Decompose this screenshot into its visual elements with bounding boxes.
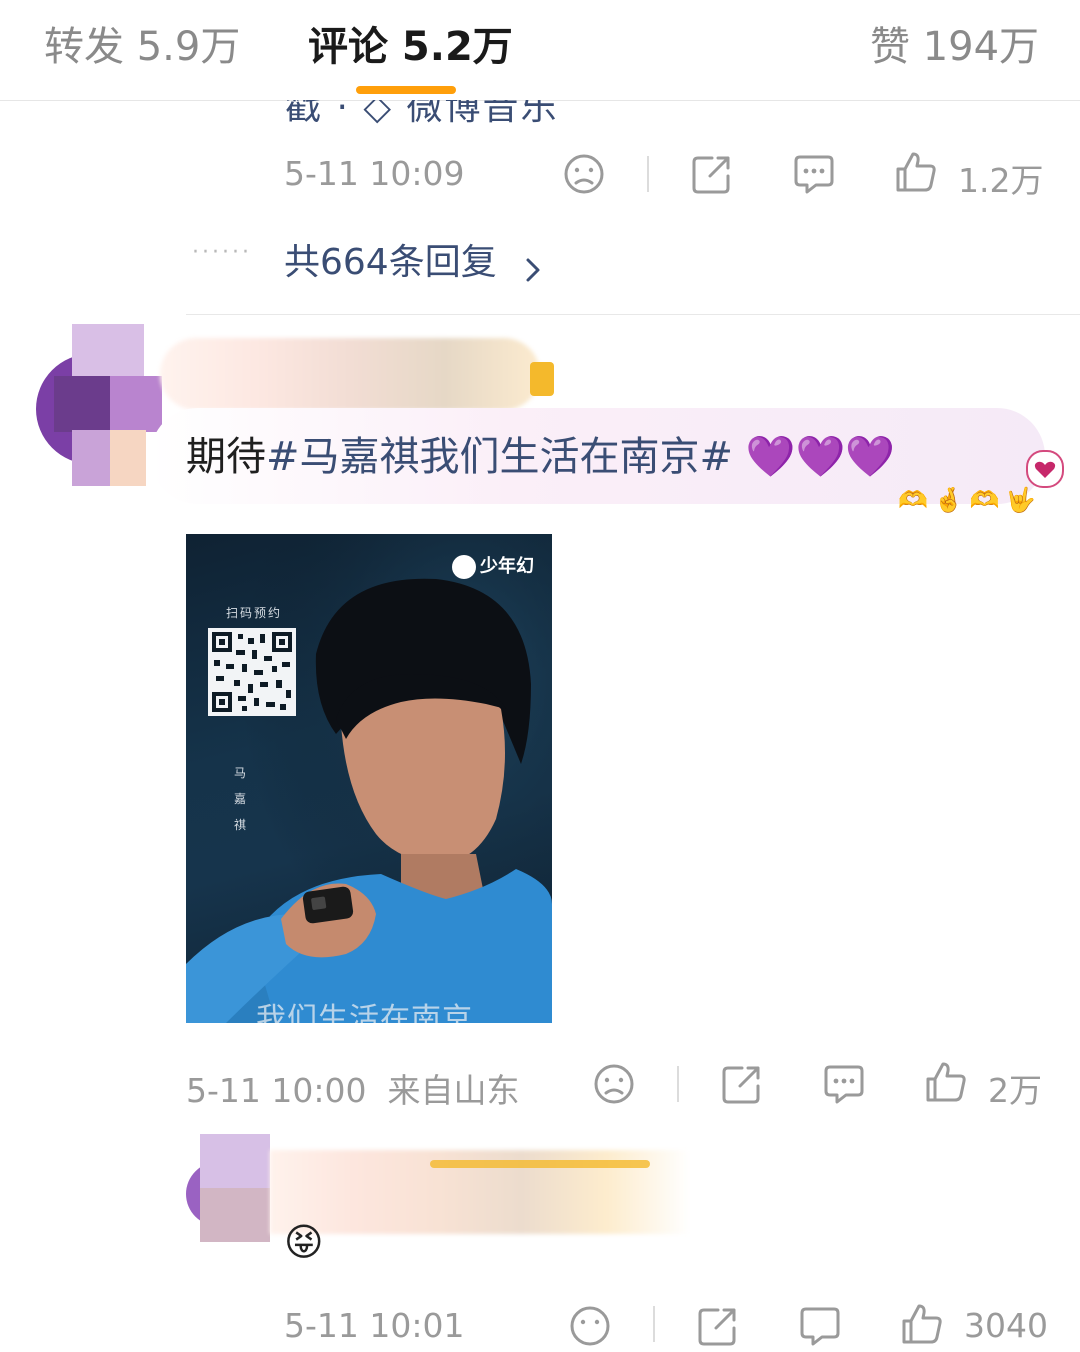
logo-mark-icon <box>452 555 476 579</box>
tab-comments[interactable]: 评论 5.2万 <box>308 14 513 72</box>
avatar[interactable] <box>36 324 164 486</box>
comment-timestamp: 5-11 10:09 <box>284 154 465 193</box>
comment-icon[interactable] <box>822 1062 866 1106</box>
view-replies-link[interactable]: 共664条回复 <box>284 233 544 285</box>
comment-icon[interactable] <box>792 152 836 196</box>
location-label: 来自山东 <box>387 1071 520 1110</box>
thread-dots: ······ <box>192 240 252 265</box>
comment-icon[interactable] <box>798 1304 842 1348</box>
purple-heart-icon: 💜💜💜 <box>745 434 896 480</box>
avatar[interactable] <box>186 1134 270 1242</box>
sad-face-icon[interactable] <box>562 152 606 196</box>
active-tab-indicator <box>356 86 456 94</box>
thumbs-up-icon[interactable] <box>894 150 938 194</box>
thumbs-up-icon[interactable] <box>924 1060 968 1104</box>
poster-actor-name: 马嘉祺 <box>234 766 247 832</box>
comment-tabs: 转发 5.9万 评论 5.2万 赞 194万 <box>0 0 1080 101</box>
like-count: 3040 <box>964 1306 1048 1345</box>
like-count: 2万 <box>988 1071 1042 1110</box>
like-count: 1.2万 <box>958 161 1044 200</box>
replies-count-label: 共664条回复 <box>284 242 497 283</box>
share-icon[interactable] <box>690 152 734 196</box>
comment-timestamp: 5-11 10:01 <box>284 1306 465 1345</box>
comment-prefix: 期待 <box>186 434 266 480</box>
comment-image[interactable]: 少年幻 扫码预约 马嘉祺 我们生活在南京 <box>186 534 552 1023</box>
chevron-right-icon <box>522 251 544 282</box>
poster-qr-label: 扫码预约 <box>226 606 283 620</box>
tab-likes[interactable]: 赞 194万 <box>870 14 1039 72</box>
share-icon[interactable] <box>720 1062 764 1106</box>
comment-divider <box>186 314 1080 315</box>
username-redacted[interactable] <box>160 338 540 410</box>
heart-badge-icon <box>1026 450 1064 488</box>
action-separator <box>647 156 649 192</box>
sad-face-icon[interactable] <box>568 1304 612 1348</box>
comment-timestamp: 5-11 10:00 来自山东 <box>186 1064 519 1112</box>
timestamp-value: 5-11 10:00 <box>186 1071 367 1110</box>
action-separator <box>653 1306 655 1342</box>
sad-face-icon[interactable] <box>592 1062 636 1106</box>
member-badge <box>430 1160 650 1168</box>
thumbs-up-icon[interactable] <box>900 1302 944 1346</box>
action-separator <box>677 1066 679 1102</box>
tab-reposts[interactable]: 转发 5.9万 <box>44 14 240 72</box>
share-icon[interactable] <box>696 1304 740 1348</box>
poster-movie-title: 我们生活在南京 <box>256 1002 473 1023</box>
poster-brand-logo: 少年幻 <box>452 552 534 579</box>
member-badge <box>530 362 554 396</box>
hashtag-topic-link[interactable]: #马嘉祺我们生活在南京# <box>266 434 733 480</box>
hand-gestures-icon: 🫶🤞🫶🤟 <box>898 486 1042 514</box>
emoji-sticker-icon: 😝 <box>284 1220 324 1264</box>
comment-text: 期待#马嘉祺我们生活在南京# 💜💜💜 <box>186 424 895 482</box>
